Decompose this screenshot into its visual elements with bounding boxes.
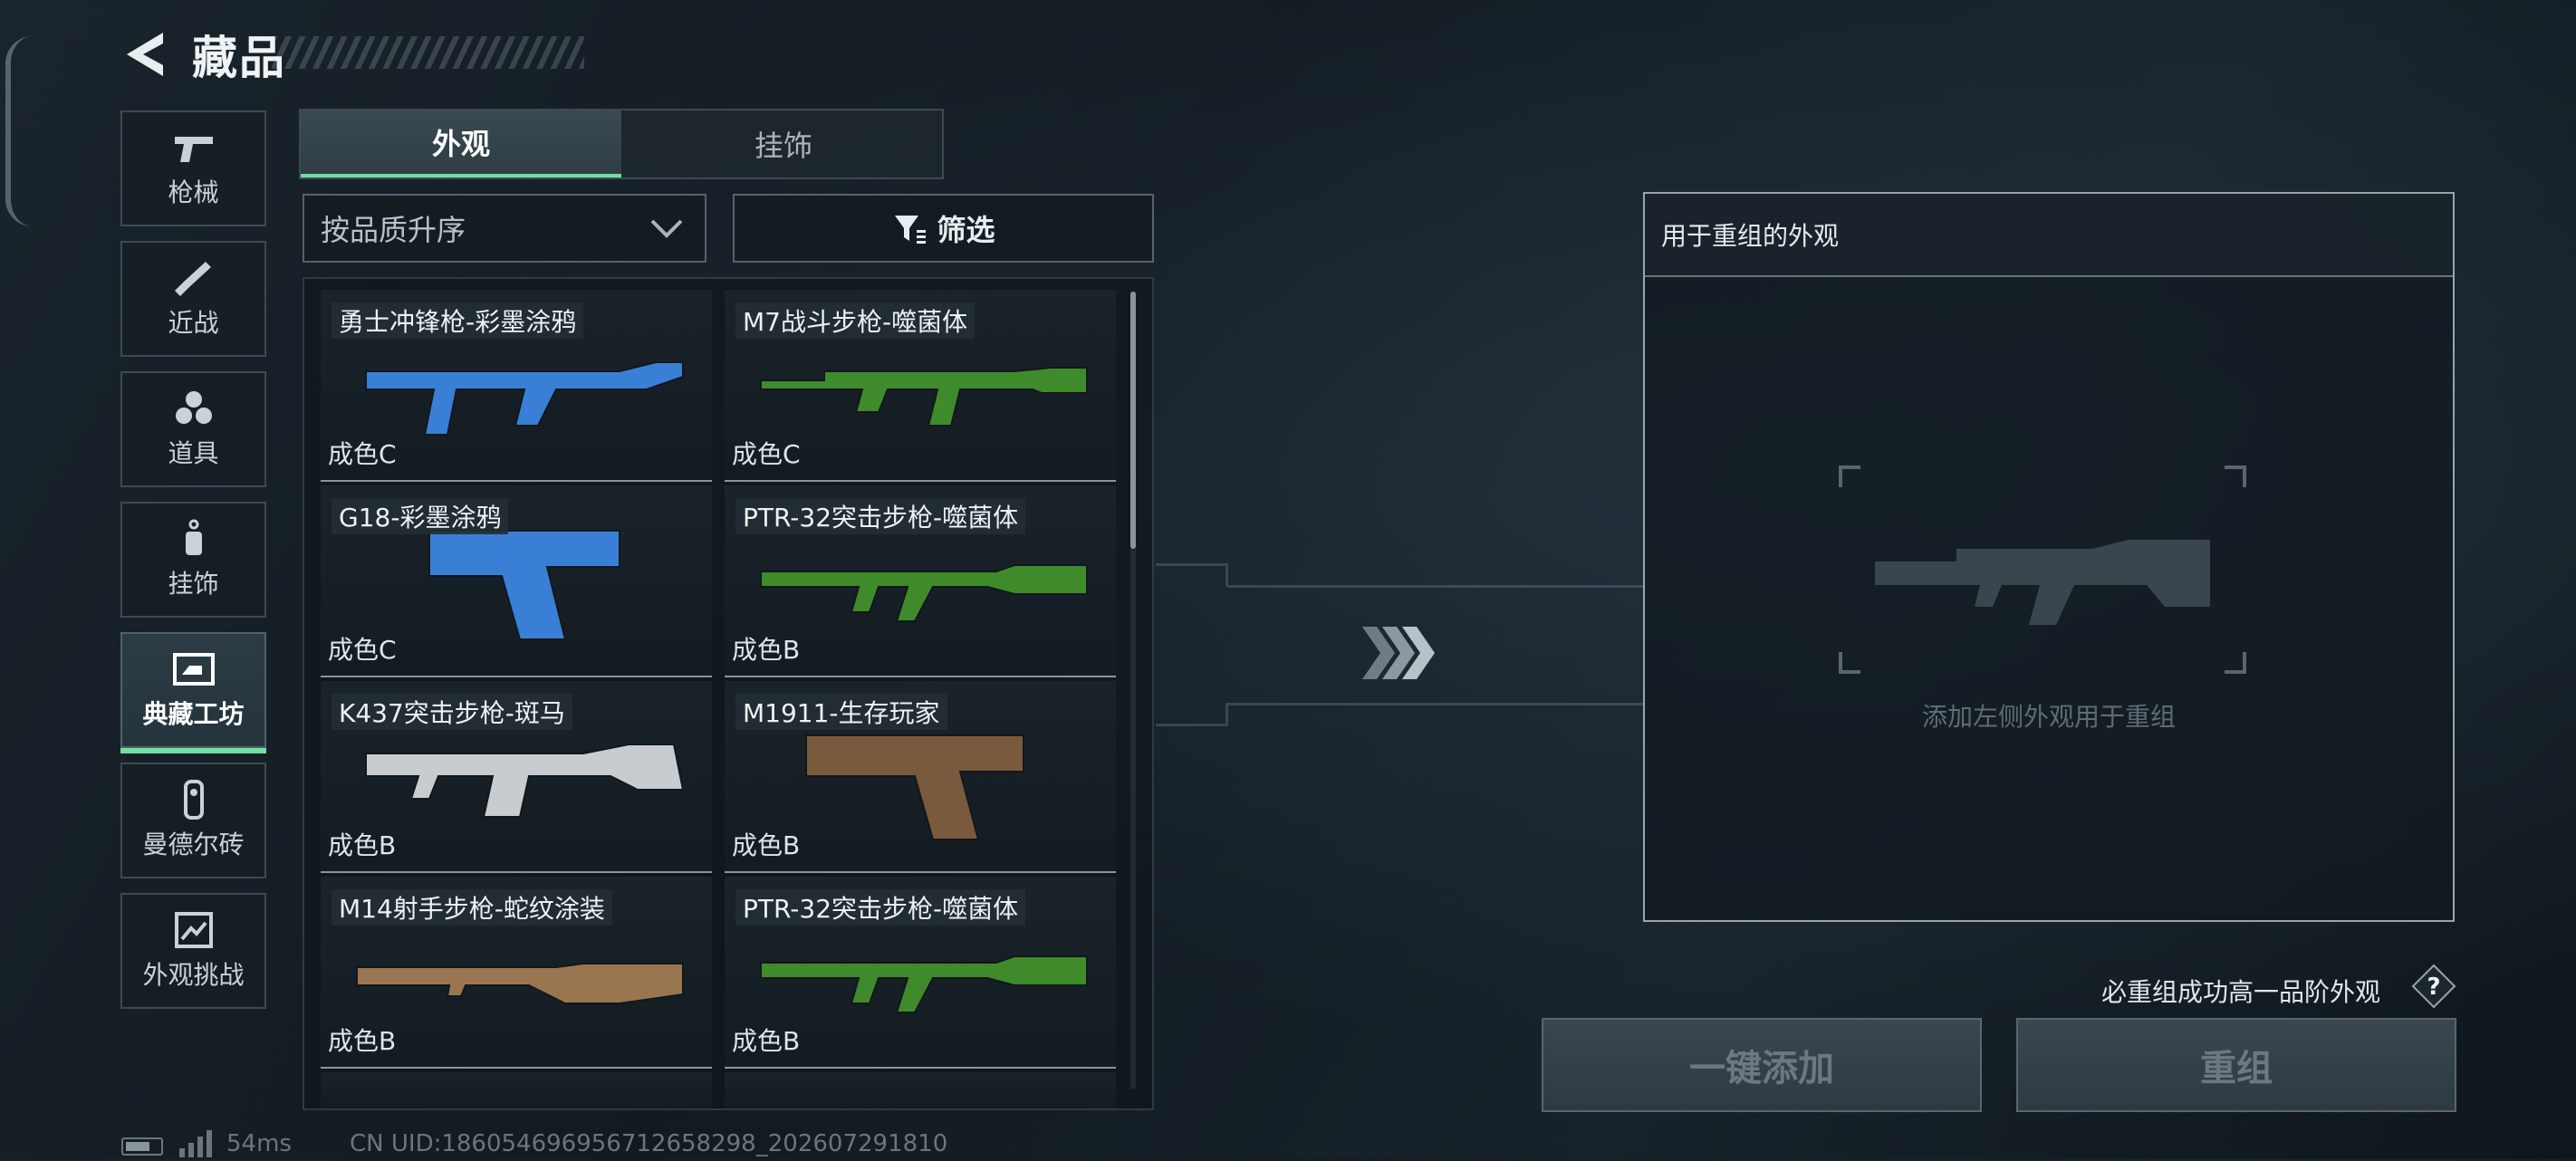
recombine-button[interactable]: 重组 [2016,1018,2456,1112]
uid-text: CN UID:186054696956712658298_20260729181… [350,1130,948,1157]
skin-list: 勇士冲锋枪-彩墨涂鸦 成色C M7战斗步枪-噬菌体 成色C G18-彩墨涂鸦 成… [303,277,1154,1110]
back-arrow-icon [127,33,163,76]
item-name: 勇士冲锋枪-彩墨涂鸦 [332,302,584,339]
category-tabs: 外观 挂饰 [299,109,944,179]
item-name: M14射手步枪-蛇纹涂装 [332,889,612,926]
sidebar-item-label: 外观挑战 [142,960,245,990]
item-grade: 成色B [328,1026,397,1056]
signal-icon [178,1130,214,1157]
sidebar-item-label: 曼德尔砖 [142,830,245,859]
rifle-skin-icon [760,564,1088,622]
item-grade: 成色B [732,1026,801,1056]
filter-icon [895,216,927,244]
recombine-panel-title: 用于重组的外观 [1645,194,2453,277]
page-title: 藏品 [192,32,286,84]
sidebar-item-label: 典藏工坊 [142,699,245,729]
sidebar-item-melee[interactable]: 近战 [120,241,266,357]
list-item[interactable]: M14射手步枪-蛇纹涂装 成色B [321,877,712,1069]
list-item[interactable]: PTR-32突击步枪-噬菌体 成色B [725,485,1116,677]
knife-icon [174,262,211,296]
battery-icon [121,1137,163,1156]
filter-button[interactable]: 筛选 [733,194,1154,263]
list-item[interactable]: G18-彩墨涂鸦 成色C [321,485,712,677]
sidebar-item-workshop[interactable]: 典藏工坊 [120,632,266,753]
tab-pendant[interactable]: 挂饰 [623,110,944,178]
tab-appearance[interactable]: 外观 [301,110,621,178]
ping-text: 54ms [226,1130,292,1157]
sidebar-item-props[interactable]: 道具 [120,371,266,487]
item-grade: 成色B [328,830,397,860]
sidebar-item-label: 近战 [168,308,219,338]
connector-line [1156,563,1228,587]
connector-line [1228,585,1643,588]
rifle-skin-icon [760,955,1088,1013]
sidebar-item-label: 枪械 [168,178,219,207]
sort-dropdown[interactable]: 按品质升序 [303,194,706,263]
item-name: M1911-生存玩家 [735,694,947,730]
list-item[interactable]: M1911-生存玩家 成色B [725,681,1116,873]
sidebar-item-label: 道具 [168,438,219,468]
connector-line [1228,703,1643,705]
scrollbar-thumb[interactable] [1130,292,1136,549]
list-item[interactable]: 勇士冲锋枪-彩墨涂鸦 成色C [321,290,712,482]
list-item-partial[interactable] [725,1072,1116,1108]
help-icon: ? [2411,964,2456,1009]
guarantee-text: 必重组成功高一品阶外观 [2101,977,2381,1007]
title-decoration [272,36,584,69]
item-name: PTR-32突击步枪-噬菌体 [735,498,1026,534]
help-button[interactable]: ? [2411,964,2456,1009]
rifle-skin-icon [356,963,684,1004]
pistol-skin-icon [805,734,1024,840]
quick-add-button[interactable]: 一键添加 [1542,1018,1982,1112]
brick-icon [183,780,204,820]
rifle-skin-icon [760,367,1088,427]
list-item[interactable]: K437突击步枪-斑马 成色B [321,681,712,873]
item-grade: 成色B [732,830,801,860]
challenge-icon [174,912,213,948]
charm-icon [185,519,202,555]
recombine-hint: 添加左侧外观用于重组 [1921,702,2176,732]
list-item[interactable]: PTR-32突击步枪-噬菌体 成色B [725,877,1116,1069]
chevrons-right-icon [1359,623,1440,683]
item-name: PTR-32突击步枪-噬菌体 [735,889,1026,926]
list-item[interactable]: M7战斗步枪-噬菌体 成色C [725,290,1116,482]
sidebar-item-charms[interactable]: 挂饰 [120,502,266,618]
svg-text:?: ? [2427,974,2440,1001]
pistol-icon [174,137,213,162]
sort-value: 按品质升序 [321,213,466,247]
rifle-skin-icon [365,744,685,818]
item-grade: 成色C [328,439,397,469]
item-grade: 成色C [328,635,397,665]
item-grade: 成色B [732,635,801,665]
back-button[interactable] [118,27,172,82]
chevron-down-icon [650,219,683,238]
placeholder-rifle-icon [1866,498,2228,643]
pistol-skin-icon [428,530,620,640]
workshop-icon [172,653,215,686]
smg-skin-icon [365,361,684,436]
sidebar-item-label: 挂饰 [168,569,219,599]
sidebar-item-firearms[interactable]: 枪械 [120,110,266,226]
item-name: M7战斗步枪-噬菌体 [735,302,976,339]
filter-label: 筛选 [937,213,995,247]
connector-line [1156,703,1228,726]
grenade-icon [175,391,212,424]
item-name: G18-彩墨涂鸦 [332,498,509,534]
list-item-partial[interactable] [321,1072,712,1108]
item-grade: 成色C [732,439,801,469]
edge-bracket-decoration [5,36,33,226]
item-name: K437突击步枪-斑马 [332,694,572,730]
sidebar-item-appearance-challenge[interactable]: 外观挑战 [120,893,266,1009]
sidebar-item-mandel-brick[interactable]: 曼德尔砖 [120,763,266,878]
